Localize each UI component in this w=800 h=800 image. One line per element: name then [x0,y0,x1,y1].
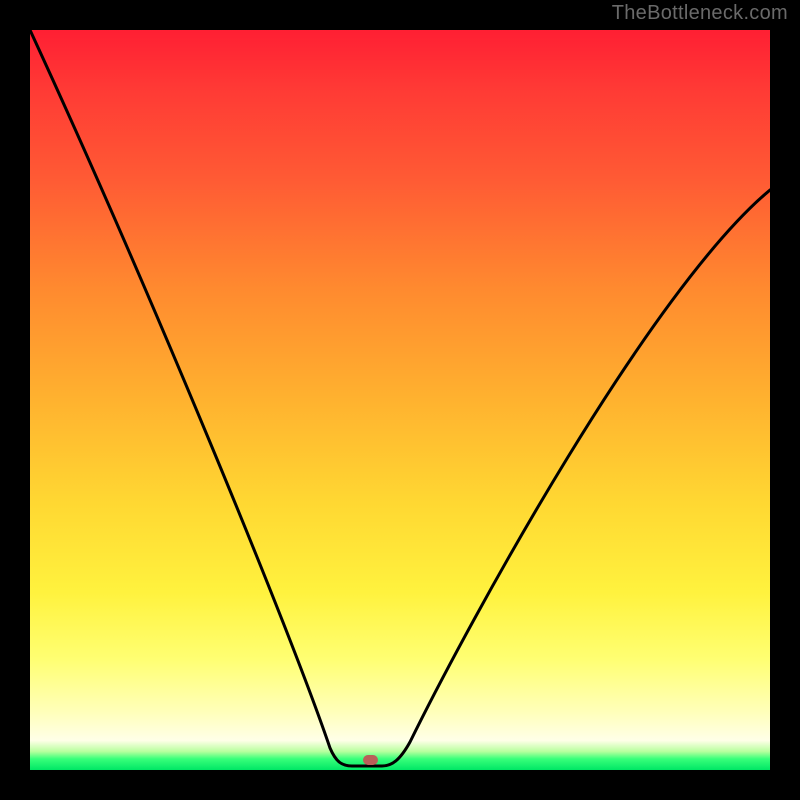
optimal-marker [363,755,378,765]
watermark-text: TheBottleneck.com [612,2,788,25]
plot-area [30,30,770,770]
curve-path [30,30,770,766]
bottleneck-curve [30,30,770,770]
chart-stage: TheBottleneck.com [0,0,800,800]
